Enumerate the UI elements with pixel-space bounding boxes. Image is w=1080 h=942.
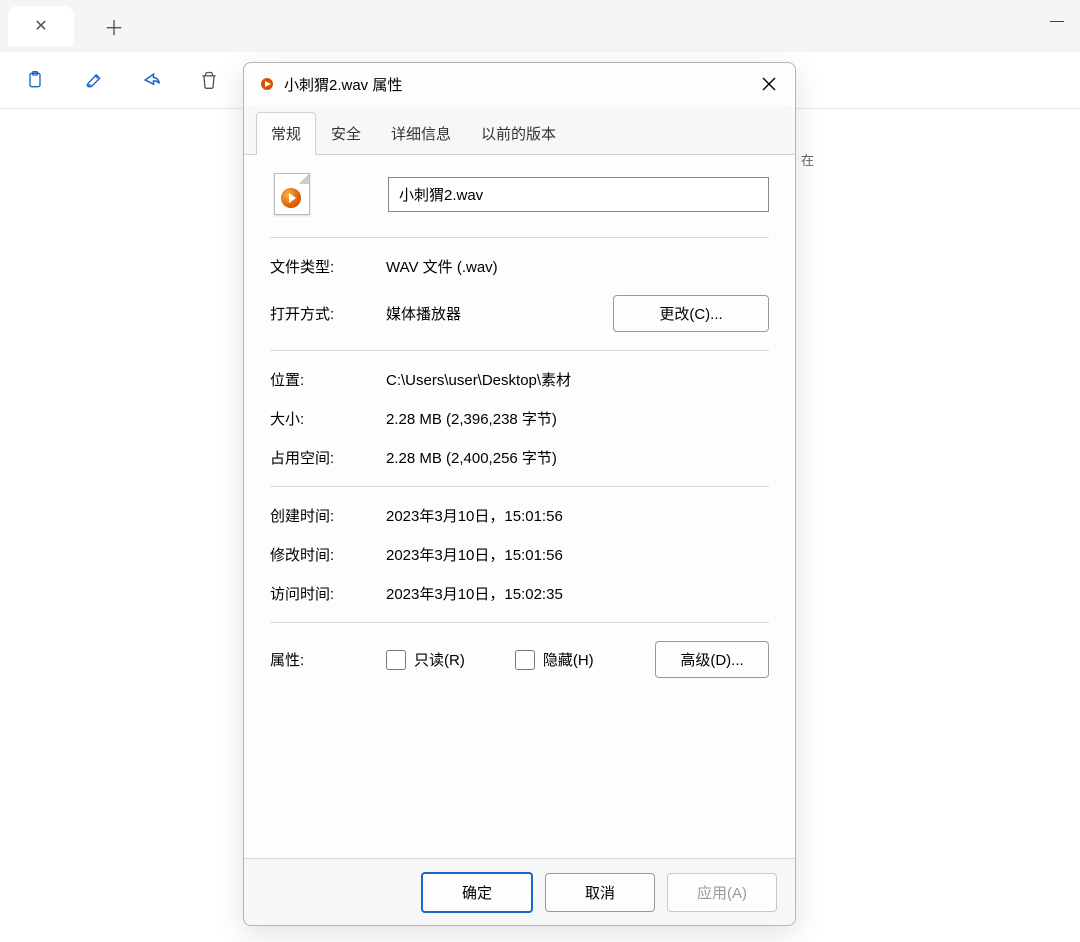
value-modified: 2023年3月10日，15:01:56: [386, 544, 769, 565]
row-modified: 修改时间: 2023年3月10日，15:01:56: [270, 544, 769, 565]
delete-icon[interactable]: [198, 69, 220, 91]
label-location: 位置:: [270, 369, 386, 390]
filename-row: [270, 173, 769, 215]
row-created: 创建时间: 2023年3月10日，15:01:56: [270, 505, 769, 526]
checkbox-hidden[interactable]: 隐藏(H): [515, 649, 594, 670]
background-tab[interactable]: ✕: [8, 6, 74, 46]
share-icon[interactable]: [140, 69, 162, 91]
minimize-button[interactable]: —: [1034, 0, 1080, 40]
paste-icon[interactable]: [24, 69, 46, 91]
label-open-with: 打开方式:: [270, 303, 386, 324]
advanced-button[interactable]: 高级(D)...: [655, 641, 769, 678]
separator: [270, 237, 769, 238]
row-attributes: 属性: 只读(R) 隐藏(H) 高级(D)...: [270, 641, 769, 678]
tab-general[interactable]: 常规: [256, 112, 316, 155]
file-icon-large: [274, 173, 310, 215]
label-accessed: 访问时间:: [270, 583, 386, 604]
value-open-with: 媒体播放器: [386, 303, 613, 324]
row-size: 大小: 2.28 MB (2,396,238 字节): [270, 408, 769, 429]
label-created: 创建时间:: [270, 505, 386, 526]
background-text: 在: [801, 150, 814, 169]
rename-icon[interactable]: [82, 69, 104, 91]
tab-previous[interactable]: 以前的版本: [466, 112, 571, 155]
filename-input[interactable]: [388, 177, 769, 212]
close-button[interactable]: [749, 69, 789, 99]
checkbox-readonly[interactable]: 只读(R): [386, 649, 465, 670]
separator: [270, 486, 769, 487]
play-icon: [281, 188, 301, 208]
dialog-footer: 确定 取消 应用(A): [244, 858, 795, 925]
background-titlebar: ✕ ＋ —: [0, 0, 1080, 52]
dialog-titlebar: 小刺猬2.wav 属性: [244, 63, 795, 105]
window-controls: —: [1034, 0, 1080, 40]
file-type-icon: [258, 75, 276, 93]
dialog-title: 小刺猬2.wav 属性: [284, 74, 749, 95]
value-size: 2.28 MB (2,396,238 字节): [386, 408, 769, 429]
tab-security[interactable]: 安全: [316, 112, 376, 155]
value-file-type: WAV 文件 (.wav): [386, 256, 769, 277]
checkbox-label: 隐藏(H): [543, 649, 594, 670]
apply-button[interactable]: 应用(A): [667, 873, 777, 912]
plus-icon: ＋: [104, 12, 124, 41]
value-location: C:\Users\user\Desktop\素材: [386, 369, 769, 390]
tab-strip: 常规 安全 详细信息 以前的版本: [244, 105, 795, 155]
value-created: 2023年3月10日，15:01:56: [386, 505, 769, 526]
row-file-type: 文件类型: WAV 文件 (.wav): [270, 256, 769, 277]
label-file-type: 文件类型:: [270, 256, 386, 277]
cancel-button[interactable]: 取消: [545, 873, 655, 912]
value-size-on-disk: 2.28 MB (2,400,256 字节): [386, 447, 769, 468]
row-size-on-disk: 占用空间: 2.28 MB (2,400,256 字节): [270, 447, 769, 468]
background-new-tab[interactable]: ＋: [88, 6, 140, 46]
properties-dialog: 小刺猬2.wav 属性 常规 安全 详细信息 以前的版本 文件类型: WAV 文…: [243, 62, 796, 926]
separator: [270, 350, 769, 351]
close-icon[interactable]: ✕: [34, 16, 47, 36]
value-accessed: 2023年3月10日，15:02:35: [386, 583, 769, 604]
close-icon: [762, 77, 776, 91]
checkbox-label: 只读(R): [414, 649, 465, 670]
row-accessed: 访问时间: 2023年3月10日，15:02:35: [270, 583, 769, 604]
label-modified: 修改时间:: [270, 544, 386, 565]
ok-button[interactable]: 确定: [421, 872, 533, 913]
label-size-on-disk: 占用空间:: [270, 447, 386, 468]
dialog-content: 文件类型: WAV 文件 (.wav) 打开方式: 媒体播放器 更改(C)...…: [244, 155, 795, 858]
row-open-with: 打开方式: 媒体播放器 更改(C)...: [270, 295, 769, 332]
row-location: 位置: C:\Users\user\Desktop\素材: [270, 369, 769, 390]
tab-details[interactable]: 详细信息: [376, 112, 466, 155]
checkbox-box: [515, 650, 535, 670]
change-button[interactable]: 更改(C)...: [613, 295, 769, 332]
label-attributes: 属性:: [270, 649, 386, 670]
label-size: 大小:: [270, 408, 386, 429]
checkbox-box: [386, 650, 406, 670]
separator: [270, 622, 769, 623]
